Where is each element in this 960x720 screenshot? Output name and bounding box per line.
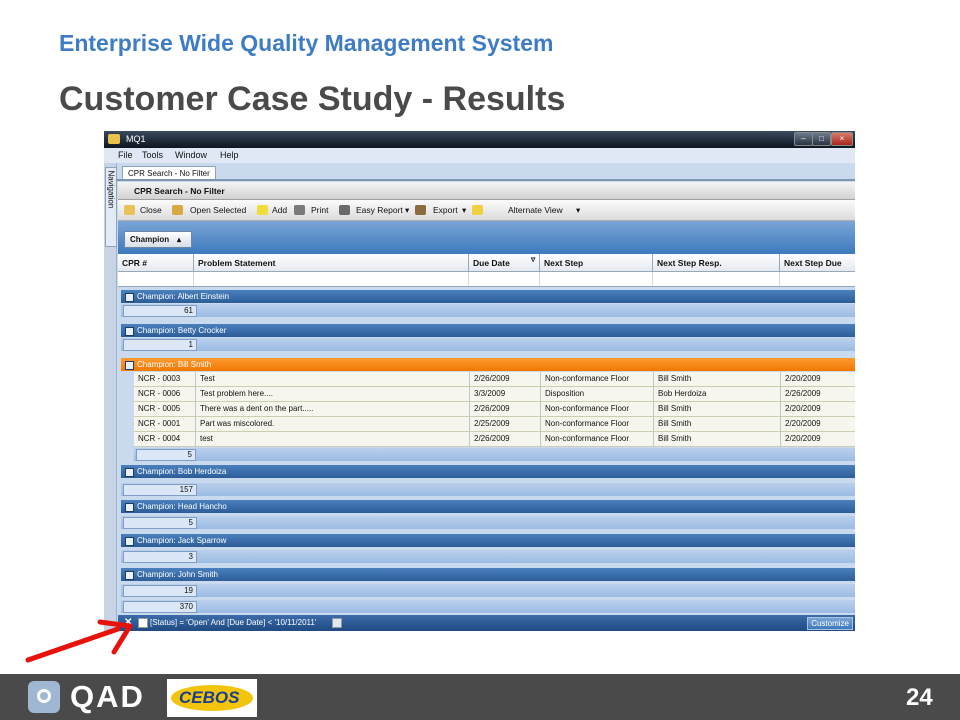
cebos-logo: CEBOS xyxy=(167,679,257,717)
qad-logo-mark xyxy=(28,681,60,713)
cebos-logo-text: CEBOS xyxy=(179,688,240,707)
red-arrow-annotation xyxy=(25,619,133,663)
page-number: 24 xyxy=(906,684,933,711)
qad-logo-text: QAD xyxy=(70,679,145,714)
